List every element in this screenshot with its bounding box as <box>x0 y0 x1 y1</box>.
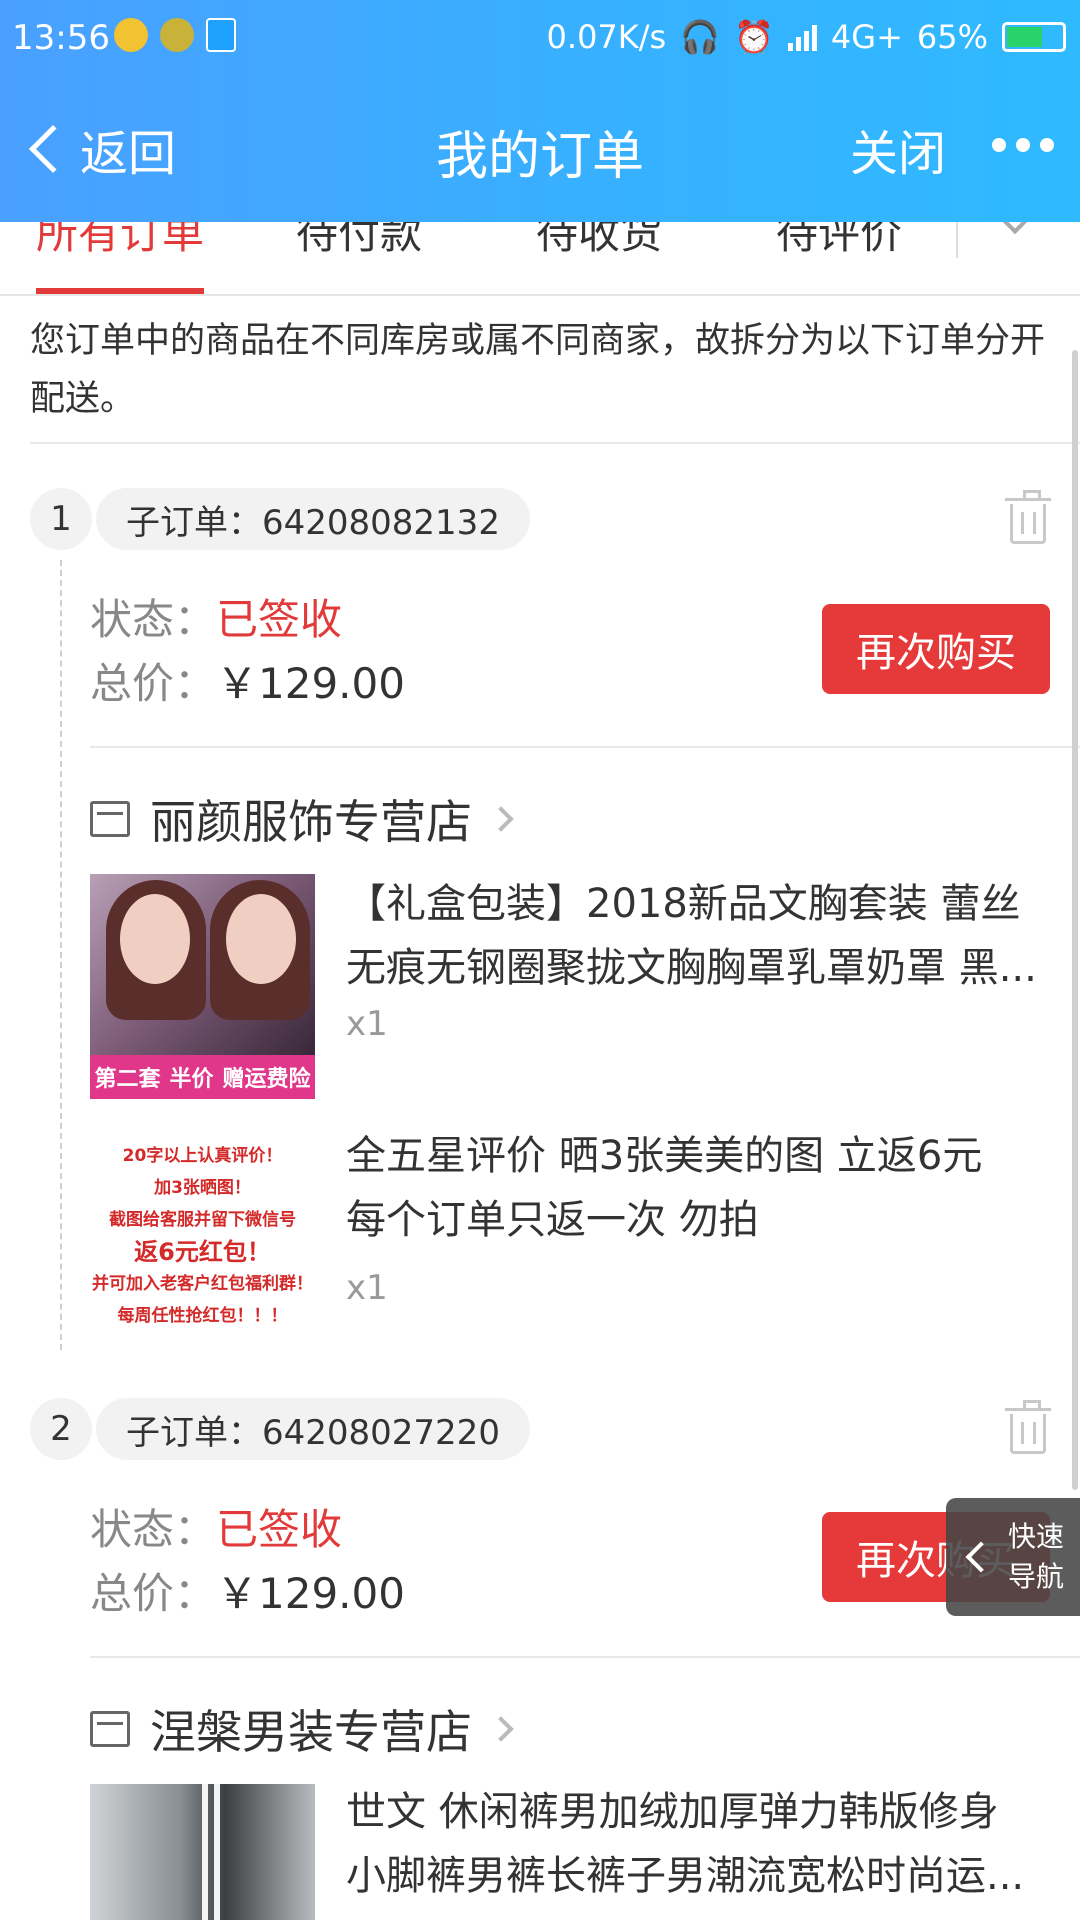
order-status: 状态：已签收 <box>90 1496 342 1557</box>
store-icon <box>90 801 130 837</box>
app-header: 13:56 0.07K/s 🎧 ⏰ 4G+ 65% 返回 我的订单 关闭 <box>0 0 1080 222</box>
headphones-icon: 🎧 <box>680 18 721 56</box>
battery-saver-icon <box>206 18 236 52</box>
status-label: 状态： <box>90 1505 217 1554</box>
status-time: 13:56 <box>12 18 110 58</box>
status-right: 0.07K/s 🎧 ⏰ 4G+ 65% <box>547 18 1066 56</box>
rebuy-button[interactable]: 再次购买 <box>822 604 1050 694</box>
product-title[interactable]: 【礼盒包装】2018新品文胸套装 蕾丝 无痕无钢圈聚拢文胸胸罩乳罩奶罩 黑... <box>346 872 1056 1000</box>
more-icon[interactable] <box>992 138 1054 152</box>
divider <box>90 1656 1080 1658</box>
price-label: 总价： <box>90 659 217 708</box>
network-type: 4G+ <box>830 18 903 56</box>
suborder-header: 1 子订单：64208082132 <box>30 488 530 550</box>
chevron-right-icon <box>488 806 514 832</box>
product-thumbnail[interactable] <box>90 1784 315 1920</box>
order-index-badge: 1 <box>30 488 92 550</box>
order-total: 总价：￥129.00 <box>90 650 405 711</box>
status-bar: 13:56 0.07K/s 🎧 ⏰ 4G+ 65% <box>0 0 1080 78</box>
delete-order-icon[interactable] <box>1005 1400 1051 1454</box>
suborder-number: 子订单：64208027220 <box>96 1398 530 1460</box>
status-value: 已签收 <box>216 1505 343 1554</box>
price-label: 总价： <box>90 1569 217 1618</box>
alarm-icon: ⏰ <box>734 18 774 56</box>
chevron-left-icon <box>965 1541 997 1573</box>
delete-order-icon[interactable] <box>1005 490 1051 544</box>
notification-icons <box>114 18 236 52</box>
product-thumbnail[interactable]: 第二套 半价 赠运费险 <box>90 874 315 1099</box>
status-value: 已签收 <box>216 595 343 644</box>
price-value: ￥129.00 <box>216 1569 405 1618</box>
battery-percent: 65% <box>916 18 988 56</box>
signal-icon <box>787 23 817 51</box>
divider <box>90 746 1080 748</box>
shop-name: 涅槃男装专营店 <box>150 1705 472 1759</box>
quick-nav-button[interactable]: 快速 导航 <box>946 1498 1080 1616</box>
order-total: 总价：￥129.00 <box>90 1560 405 1621</box>
suborder-header: 2 子订单：64208027220 <box>30 1398 530 1460</box>
battery-icon <box>1002 22 1066 52</box>
net-speed: 0.07K/s <box>546 18 667 56</box>
app-notification-icon <box>114 18 148 52</box>
store-icon <box>90 1711 130 1747</box>
product-title[interactable]: 世文 休闲裤男加绒加厚弹力韩版修身 小脚裤男裤长裤子男潮流宽松时尚运... <box>346 1780 1056 1908</box>
active-tab-indicator <box>36 288 204 294</box>
app-notification-icon <box>160 18 194 52</box>
product-quantity: x1 <box>346 1268 388 1308</box>
close-button[interactable]: 关闭 <box>850 114 946 184</box>
shop-link[interactable]: 涅槃男装专营店 <box>90 1696 514 1762</box>
price-value: ￥129.00 <box>216 659 405 708</box>
product-thumbnail[interactable]: 20字以上认真评价！ 加3张晒图！ 截图给客服并留下微信号 返6元红包！ 并可加… <box>90 1134 315 1359</box>
product-quantity: x1 <box>346 1004 388 1044</box>
thumbnail-banner: 第二套 半价 赠运费险 <box>90 1055 315 1099</box>
nav-bar: 返回 我的订单 关闭 <box>0 90 1080 200</box>
suborder-number: 子订单：64208082132 <box>96 488 530 550</box>
divider <box>30 442 1080 444</box>
shop-link[interactable]: 丽颜服饰专营店 <box>90 786 514 852</box>
order-status: 状态：已签收 <box>90 586 342 647</box>
order-index-badge: 2 <box>30 1398 92 1460</box>
shop-name: 丽颜服饰专营店 <box>150 795 472 849</box>
status-label: 状态： <box>90 595 217 644</box>
chevron-right-icon <box>488 1716 514 1742</box>
scrollbar[interactable] <box>1072 350 1078 1490</box>
order-timeline <box>60 560 62 1350</box>
split-order-notice: 您订单中的商品在不同库房或属不同商家，故拆分为以下订单分开配送。 <box>30 321 1046 419</box>
product-title[interactable]: 全五星评价 晒3张美美的图 立返6元 每个订单只返一次 勿拍 <box>346 1124 1056 1252</box>
